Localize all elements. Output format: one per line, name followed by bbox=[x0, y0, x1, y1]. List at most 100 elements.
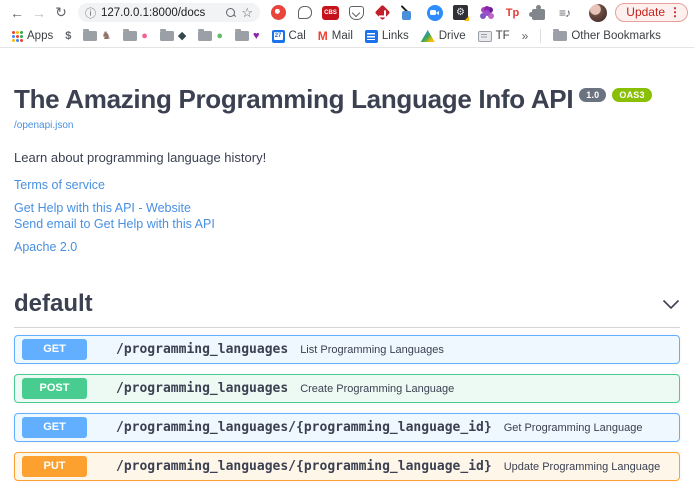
endpoint-row[interactable]: PUT /programming_languages/{programming_… bbox=[14, 452, 680, 481]
extension-icons: CBS ⚙ Tp ≡♪ bbox=[270, 4, 589, 21]
folder-icon bbox=[235, 31, 249, 41]
help-email-link[interactable]: Send email to Get Help with this API bbox=[14, 216, 680, 232]
endpoint-summary: Get Programming Language bbox=[504, 422, 643, 434]
bookmark-folder-flower[interactable]: ● bbox=[119, 31, 152, 42]
refresh-icon[interactable]: ↻ bbox=[50, 4, 72, 21]
green-leaf-glyph: ● bbox=[216, 31, 223, 42]
folder-icon bbox=[123, 31, 137, 41]
method-badge[interactable]: GET bbox=[22, 339, 87, 360]
site-info-icon[interactable]: ⓘ bbox=[85, 5, 96, 21]
links-label: Links bbox=[382, 30, 409, 42]
gmail-icon: M bbox=[318, 29, 328, 43]
update-label: Update bbox=[626, 5, 665, 19]
version-badge: 1.0 bbox=[579, 88, 606, 102]
endpoint-row[interactable]: POST /programming_languages Create Progr… bbox=[14, 374, 680, 403]
endpoint-path: /programming_languages bbox=[116, 381, 288, 396]
bookmark-mail[interactable]: M Mail bbox=[314, 29, 357, 43]
drive-icon bbox=[421, 30, 435, 42]
url-text[interactable]: 127.0.0.1:8000/docs bbox=[101, 7, 221, 19]
pocket-extension-icon[interactable] bbox=[348, 4, 365, 21]
apps-shortcut[interactable]: Apps bbox=[8, 30, 57, 42]
endpoint-row[interactable]: GET /programming_languages/{programming_… bbox=[14, 413, 680, 442]
bookmarks-bar: Apps $ ♞ ● ◆ ● ♥ 27 Cal M Mail Links Dri… bbox=[0, 25, 694, 48]
pink-flower-glyph: ● bbox=[141, 31, 148, 42]
method-cell: POST bbox=[22, 378, 106, 399]
help-website-link[interactable]: Get Help with this API - Website bbox=[14, 200, 680, 216]
purple-heart-glyph: ♥ bbox=[253, 31, 260, 42]
bookmark-folder-graduation[interactable]: ◆ bbox=[156, 31, 190, 42]
tp-extension-icon[interactable]: Tp bbox=[504, 4, 521, 21]
chevron-down-icon[interactable] bbox=[662, 299, 680, 310]
endpoint-summary: Update Programming Language bbox=[504, 461, 661, 473]
bookmark-drive[interactable]: Drive bbox=[417, 30, 470, 42]
profile-avatar[interactable] bbox=[589, 4, 607, 22]
mail-label: Mail bbox=[332, 30, 353, 42]
folder-icon bbox=[83, 31, 97, 41]
method-badge[interactable]: POST bbox=[22, 378, 87, 399]
endpoint-path: /programming_languages bbox=[116, 342, 288, 357]
bookmark-star-icon[interactable]: ☆ bbox=[241, 6, 253, 19]
diamond-arrow-extension-icon[interactable] bbox=[374, 4, 391, 21]
folder-icon bbox=[198, 31, 212, 41]
horse-glyph: ♞ bbox=[101, 31, 111, 42]
tf-label: TF bbox=[496, 30, 510, 42]
tag-section-header[interactable]: default bbox=[14, 290, 680, 328]
bookmark-folder-horse[interactable]: ♞ bbox=[79, 31, 115, 42]
drive-label: Drive bbox=[439, 30, 466, 42]
video-camera-extension-icon[interactable] bbox=[426, 4, 443, 21]
api-description: Learn about programming language history… bbox=[14, 150, 680, 165]
bookmark-folder-dollar[interactable]: $ bbox=[61, 31, 75, 42]
color-picker-extension-icon[interactable] bbox=[400, 4, 417, 21]
other-bookmarks[interactable]: Other Bookmarks bbox=[549, 30, 664, 42]
method-badge[interactable]: PUT bbox=[22, 456, 87, 477]
api-info-links: Terms of service Get Help with this API … bbox=[14, 178, 680, 254]
method-badge[interactable]: GET bbox=[22, 417, 87, 438]
cal-label: Cal bbox=[289, 30, 306, 42]
method-cell: PUT bbox=[22, 456, 106, 477]
page-title: The Amazing Programming Language Info AP… bbox=[14, 84, 680, 115]
openapi-spec-link[interactable]: /openapi.json bbox=[14, 120, 74, 131]
browser-menu-icon[interactable]: ⋮ bbox=[669, 5, 681, 19]
bookmark-folder-heart[interactable]: ♥ bbox=[231, 31, 264, 42]
calendar-icon: 27 bbox=[272, 30, 285, 43]
section-title: default bbox=[14, 290, 93, 318]
flower-extension-icon[interactable] bbox=[478, 4, 495, 21]
extensions-puzzle-icon[interactable] bbox=[530, 4, 547, 21]
red-circle-extension-icon[interactable] bbox=[270, 4, 287, 21]
endpoint-summary: Create Programming Language bbox=[300, 383, 454, 395]
forward-icon[interactable]: → bbox=[28, 5, 50, 21]
links-icon bbox=[365, 30, 378, 43]
bookmarks-separator bbox=[540, 29, 541, 43]
endpoint-path: /programming_languages/{programming_lang… bbox=[116, 459, 492, 474]
address-bar[interactable]: ⓘ 127.0.0.1:8000/docs ☆ bbox=[78, 3, 260, 22]
method-cell: GET bbox=[22, 417, 106, 438]
other-bookmarks-label: Other Bookmarks bbox=[571, 30, 660, 42]
bookmarks-overflow-chevron[interactable]: » bbox=[518, 29, 533, 43]
terms-of-service-link[interactable]: Terms of service bbox=[14, 178, 680, 192]
graduation-glyph: ◆ bbox=[178, 31, 186, 42]
endpoint-row[interactable]: GET /programming_languages List Programm… bbox=[14, 335, 680, 364]
oas3-badge: OAS3 bbox=[612, 88, 651, 102]
back-icon[interactable]: ← bbox=[6, 5, 28, 21]
apps-label: Apps bbox=[27, 30, 53, 42]
swagger-page: The Amazing Programming Language Info AP… bbox=[0, 84, 694, 485]
bookmark-tf[interactable]: TF bbox=[474, 30, 514, 42]
bookmark-links[interactable]: Links bbox=[361, 30, 413, 43]
zoom-magnifier-icon[interactable] bbox=[226, 8, 236, 18]
folder-icon bbox=[553, 31, 567, 41]
method-cell: GET bbox=[22, 339, 106, 360]
gear-extension-icon[interactable]: ⚙ bbox=[452, 4, 469, 21]
speech-bubble-extension-icon[interactable] bbox=[296, 4, 313, 21]
api-title-text: The Amazing Programming Language Info AP… bbox=[14, 84, 573, 114]
dollar-glyph: $ bbox=[65, 31, 71, 42]
folder-icon bbox=[160, 31, 174, 41]
endpoint-path: /programming_languages/{programming_lang… bbox=[116, 420, 492, 435]
update-button[interactable]: Update ⋮ bbox=[615, 3, 688, 22]
endpoint-summary: List Programming Languages bbox=[300, 344, 444, 356]
endpoints-list: GET /programming_languages List Programm… bbox=[14, 335, 680, 485]
license-link[interactable]: Apache 2.0 bbox=[14, 240, 680, 254]
cbs-extension-icon[interactable]: CBS bbox=[322, 4, 339, 21]
media-list-icon[interactable]: ≡♪ bbox=[556, 4, 573, 21]
bookmark-calendar[interactable]: 27 Cal bbox=[268, 30, 310, 43]
bookmark-folder-leaf[interactable]: ● bbox=[194, 31, 227, 42]
